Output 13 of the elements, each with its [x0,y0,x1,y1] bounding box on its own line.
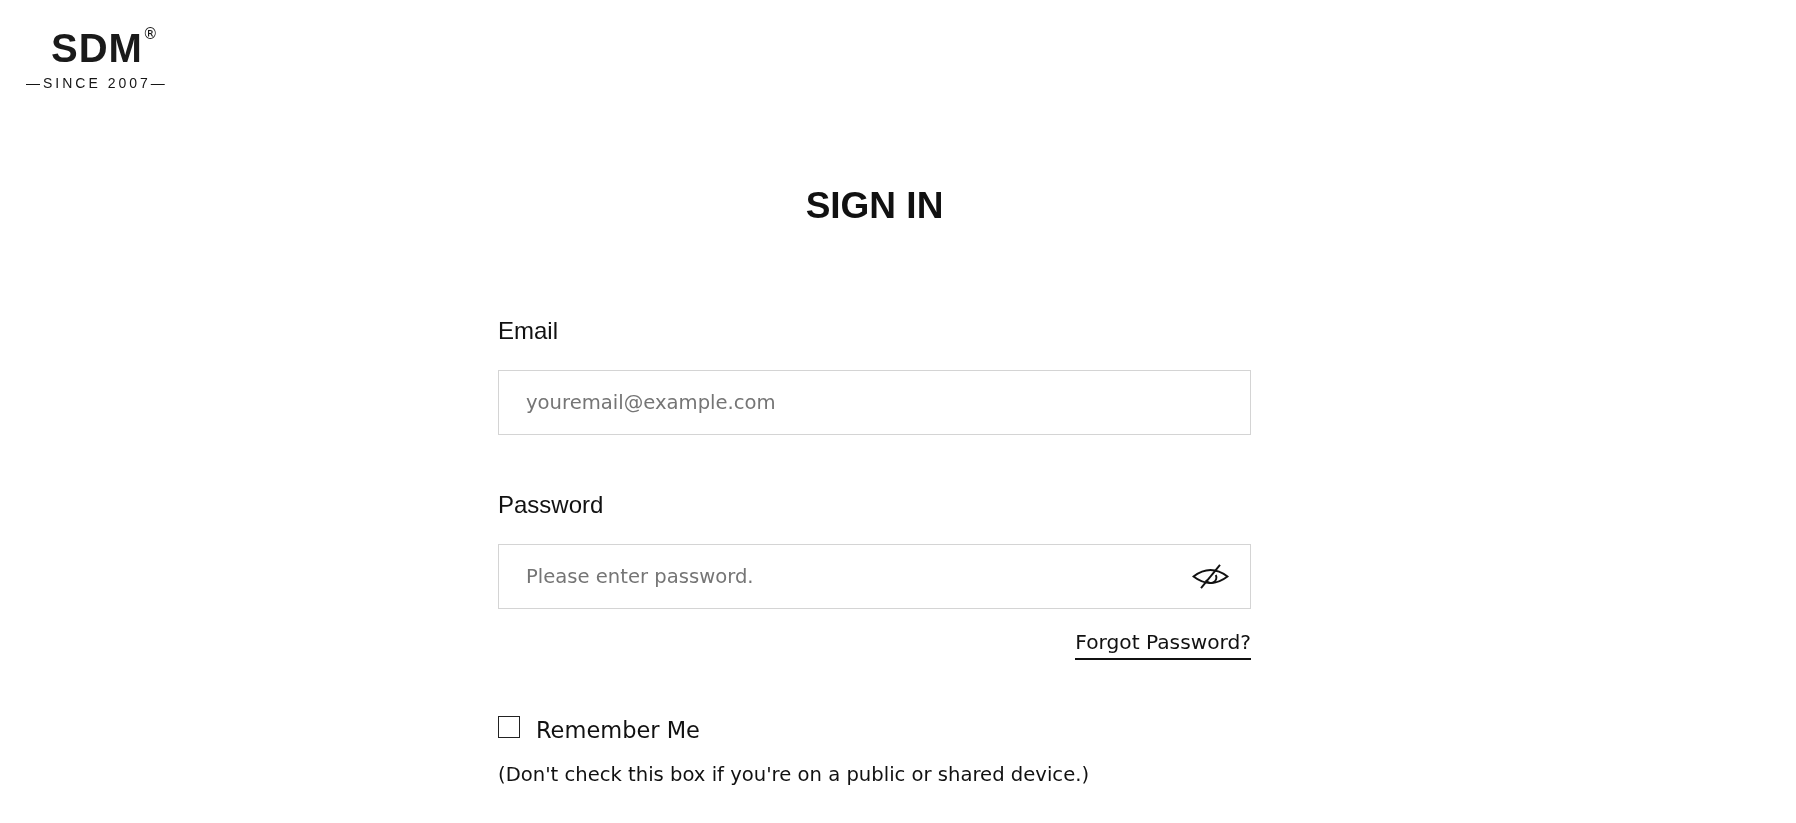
page-title: SIGN IN [804,185,945,227]
eye-slash-icon[interactable] [1192,564,1229,589]
password-field[interactable]: Please enter password. [498,544,1251,609]
logo-wordmark: SDM [50,28,143,68]
email-field[interactable]: youremail@example.com [498,370,1251,435]
remember-note: (Don't check this box if you're on a public or shared device.) [498,763,1090,787]
field-label: Email [498,317,558,345]
logo-tagline: —SINCE 2007— [26,75,168,91]
remember-checkbox[interactable] [498,716,520,738]
forgot-password-link[interactable]: Forgot Password? [1075,630,1251,660]
field-label: Password [498,491,604,519]
registered-mark: ® [142,26,158,42]
remember-me-label[interactable]: Remember Me [536,716,700,744]
